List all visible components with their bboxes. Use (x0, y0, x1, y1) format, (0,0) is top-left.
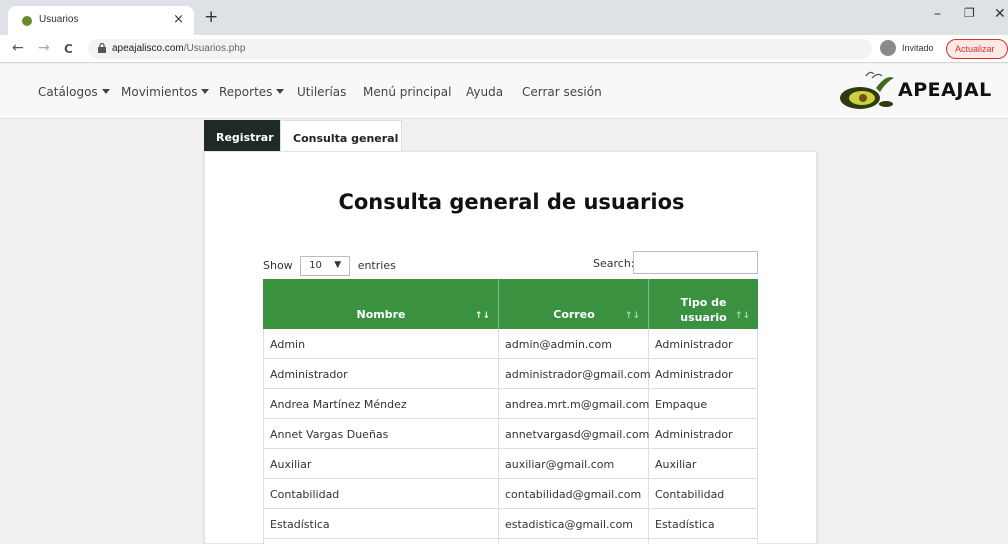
content-card: Consulta general de usuarios Show 10 ▼ en… (204, 151, 817, 544)
nav-item-cerrar-sesion[interactable]: Cerrar sesión (522, 85, 602, 99)
caret-down-icon (276, 89, 285, 94)
cell-nombre: Contabilidad (263, 479, 499, 509)
browser-tab[interactable]: Usuarios × (8, 6, 194, 35)
table-body: Admin admin@admin.com Administrador Adminis… (263, 329, 758, 544)
cell-nombre: Auxiliar (263, 449, 499, 479)
lock-icon (98, 43, 106, 53)
cell-nombre (263, 539, 499, 544)
cell-nombre: Andrea Martínez Méndez (263, 389, 499, 419)
search-label: Search: (593, 257, 635, 270)
update-button[interactable]: Actualizar (946, 39, 1008, 59)
cell-nombre: Annet Vargas Dueñas (263, 419, 499, 449)
browser-tabstrip: Usuarios × + – ❐ ✕ (0, 0, 1008, 35)
users-table: Nombre ↑↓ Correo ↑↓ Tipo de usuario ↑↓ Ad… (263, 279, 758, 544)
table-row[interactable]: Annet Vargas Dueñas annetvargasd@gmail.co… (263, 419, 758, 449)
table-row[interactable]: Estadística estadistica@gmail.com Estadíst… (263, 509, 758, 539)
cell-nombre: Estadística (263, 509, 499, 539)
cell-tipo-usuario: Administrador (649, 359, 758, 389)
column-header-correo[interactable]: Correo ↑↓ (499, 279, 649, 329)
table-row[interactable] (263, 539, 758, 544)
cell-correo: auxiliar@gmail.com (499, 449, 649, 479)
tab-registrar[interactable]: Registrar (204, 120, 280, 152)
cell-tipo-usuario: Contabilidad (649, 479, 758, 509)
address-bar: ← → C apeajalisco.com/Usuarios.php Invit… (0, 35, 1008, 63)
cell-tipo-usuario: Administrador (649, 329, 758, 359)
cell-correo: contabilidad@gmail.com (499, 479, 649, 509)
avocado-logo-icon (840, 71, 894, 109)
cell-correo: estadistica@gmail.com (499, 509, 649, 539)
tab-title: Usuarios (39, 14, 79, 25)
restore-icon[interactable]: ❐ (964, 6, 975, 20)
back-icon[interactable]: ← (12, 40, 24, 56)
caret-down-icon (201, 89, 210, 94)
site-favicon-icon (22, 16, 32, 26)
cell-correo: admin@admin.com (499, 329, 649, 359)
site-navbar: Catálogos Movimientos Reportes Utilerías… (0, 64, 1008, 119)
cell-nombre: Administrador (263, 359, 499, 389)
nav-item-catalogos[interactable]: Catálogos (38, 85, 110, 99)
nav-item-menu-principal[interactable]: Menú principal (363, 85, 452, 99)
entries-label: entries (357, 259, 396, 272)
table-header: Nombre ↑↓ Correo ↑↓ Tipo de usuario ↑↓ (263, 279, 758, 329)
caret-down-icon (101, 89, 110, 94)
minimize-icon[interactable]: – (934, 6, 941, 22)
cell-correo: administrador@gmail.com (499, 359, 651, 389)
profile-avatar-icon[interactable] (880, 40, 896, 56)
search-input[interactable] (633, 251, 758, 274)
reload-icon[interactable]: C (64, 42, 73, 56)
table-row[interactable]: Auxiliar auxiliar@gmail.com Auxiliar (263, 449, 758, 479)
table-row[interactable]: Admin admin@admin.com Administrador (263, 329, 758, 359)
nav-item-ayuda[interactable]: Ayuda (466, 85, 503, 99)
url-text: apeajalisco.com/Usuarios.php (112, 43, 246, 54)
cell-tipo-usuario: Empaque (649, 389, 758, 419)
cell-tipo-usuario: Auxiliar (649, 449, 758, 479)
entries-select[interactable]: 10 ▼ (300, 256, 351, 276)
chevron-down-icon: ▼ (334, 260, 342, 270)
brand-name: APEAJAL (898, 79, 992, 101)
sort-icon: ↑↓ (474, 311, 490, 321)
url-field[interactable]: apeajalisco.com/Usuarios.php (88, 39, 872, 59)
tab-close-icon[interactable]: × (173, 12, 184, 27)
brand-logo[interactable]: APEAJAL (836, 68, 991, 114)
column-header-nombre[interactable]: Nombre ↑↓ (263, 279, 499, 329)
cell-correo (499, 539, 649, 544)
close-window-icon[interactable]: ✕ (994, 6, 1006, 22)
forward-icon[interactable]: → (38, 40, 50, 56)
sort-icon: ↑↓ (734, 311, 750, 321)
cell-correo: annetvargasd@gmail.com (499, 419, 649, 449)
sort-icon: ↑↓ (624, 311, 640, 321)
cell-tipo-usuario (649, 539, 758, 544)
table-row[interactable]: Andrea Martínez Méndez andrea.mrt.m@gmail… (263, 389, 758, 419)
entries-control: Show 10 ▼ entries (263, 256, 396, 276)
cell-nombre: Admin (263, 329, 499, 359)
profile-label: Invitado (902, 43, 934, 53)
page-title: Consulta general de usuarios (338, 190, 685, 214)
cell-tipo-usuario: Administrador (649, 419, 758, 449)
table-row[interactable]: Contabilidad contabilidad@gmail.com Contab… (263, 479, 758, 509)
nav-item-movimientos[interactable]: Movimientos (121, 85, 210, 99)
show-label: Show (263, 259, 293, 272)
column-header-tipo-usuario[interactable]: Tipo de usuario ↑↓ (649, 279, 758, 329)
nav-item-utilerias[interactable]: Utilerías (297, 85, 346, 99)
table-row[interactable]: Administrador administrador@gmail.com Admi… (263, 359, 758, 389)
tab-consulta-general[interactable]: Consulta general (280, 120, 402, 152)
new-tab-icon[interactable]: + (204, 7, 218, 27)
cell-tipo-usuario: Estadística (649, 509, 758, 539)
nav-item-reportes[interactable]: Reportes (219, 85, 285, 99)
cell-correo: andrea.mrt.m@gmail.com (499, 389, 649, 419)
